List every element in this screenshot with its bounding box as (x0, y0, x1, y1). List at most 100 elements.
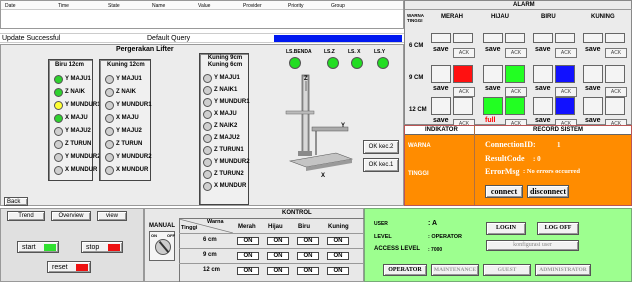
alarm-save-label: save (585, 85, 601, 92)
ack-button[interactable]: ACK (453, 48, 475, 58)
row-divider (179, 233, 365, 234)
user-panel: USER : A LEVEL : OPERATOR ACCESS LEVEL :… (364, 208, 632, 282)
step-indicator-icon (105, 101, 114, 110)
tab-overview[interactable]: Overview (51, 211, 91, 221)
sensor-label: LS.Z (324, 49, 335, 55)
on-button[interactable]: ON (267, 237, 289, 245)
on-button[interactable]: ON (327, 267, 349, 275)
alarm-row-header: 6 CM (409, 43, 424, 49)
on-button[interactable]: ON (297, 237, 319, 245)
step-label: Z TURUN (116, 141, 143, 147)
step-indicator-icon (54, 75, 63, 84)
reset-button[interactable]: reset (47, 261, 91, 273)
step-label: Y MAJU1 (65, 76, 91, 82)
start-label: start (22, 244, 36, 251)
konfigurasi-user-button[interactable]: konfigurasi user (486, 240, 579, 251)
user-value: : A (428, 220, 438, 227)
switch-off-label: OFF (167, 233, 175, 238)
on-button[interactable]: ON (297, 267, 319, 275)
on-button[interactable]: ON (327, 237, 349, 245)
column-title: Kuning 12cm (107, 62, 145, 68)
alarm-cell-right (453, 97, 473, 115)
on-button[interactable]: ON (267, 267, 289, 275)
step-label: X MUNDUR (214, 183, 247, 189)
alarm-full-label: full (485, 117, 496, 124)
on-button[interactable]: ON (237, 267, 259, 275)
switch-on-label: ON (151, 233, 157, 238)
on-button[interactable]: ON (237, 252, 259, 260)
alarm-cell-right (505, 33, 525, 43)
col-priority[interactable]: Priority (288, 3, 304, 9)
on-button[interactable]: ON (327, 252, 349, 260)
step-label: Z TURUN2 (214, 171, 244, 177)
start-button[interactable]: start (17, 241, 59, 253)
tab-trend[interactable]: Trend (7, 211, 45, 221)
sensor-lamp-icon (377, 57, 389, 69)
ack-button[interactable]: ACK (453, 87, 475, 97)
role-maintenance-button[interactable]: MAINTENANCE (431, 264, 479, 276)
ok-kec-2-button[interactable]: OK kec.2 (363, 140, 399, 154)
disconnect-button[interactable]: disconnect (527, 185, 569, 198)
step-indicator-icon (203, 134, 212, 143)
ack-button[interactable]: ACK (605, 48, 627, 58)
column-title: Kuning 9cm Kuning 6cm (207, 55, 243, 68)
step-indicator-icon (203, 110, 212, 119)
on-button[interactable]: ON (237, 237, 259, 245)
role-guest-button[interactable]: GUEST (483, 264, 531, 276)
alarm-save-label: save (535, 85, 551, 92)
role-operator-button[interactable]: OPERATOR (383, 264, 427, 276)
alarm-cell-right (453, 33, 473, 43)
ack-button[interactable]: ACK (555, 87, 577, 97)
alarm-cell-left (533, 65, 553, 83)
step-indicator-icon (203, 146, 212, 155)
step-indicator-icon (203, 74, 212, 83)
warna-label: WARNA (408, 143, 431, 149)
col-state[interactable]: State (108, 3, 120, 9)
indikator-header: INDIKATOR (425, 127, 458, 133)
back-button[interactable]: Back (4, 197, 28, 206)
ack-button[interactable]: ACK (605, 87, 627, 97)
row-divider (179, 263, 365, 264)
step-indicator-icon (203, 122, 212, 131)
alarm-cell-right (605, 33, 625, 43)
col-provider[interactable]: Provider (243, 3, 262, 9)
kontrol-title: KONTROL (282, 210, 312, 216)
on-button[interactable]: ON (267, 252, 289, 260)
alarm-save-label: save (433, 46, 449, 53)
on-button[interactable]: ON (297, 252, 319, 260)
ok-kec-1-button[interactable]: OK kec.1 (363, 158, 399, 172)
step-indicator-icon (105, 114, 114, 123)
step-indicator-icon (54, 127, 63, 136)
col-time[interactable]: Time (58, 3, 69, 9)
query-label: Default Query (147, 35, 191, 42)
tab-view[interactable]: view (97, 211, 127, 221)
step-indicator-icon (105, 88, 114, 97)
ack-button[interactable]: ACK (555, 48, 577, 58)
step-label: Y MAJU1 (214, 75, 240, 81)
start-indicator (44, 244, 56, 251)
alarm-save-label: save (535, 117, 551, 124)
ack-button[interactable]: ACK (505, 48, 527, 58)
alarm-save-label: save (485, 85, 501, 92)
alarm-cell-left (533, 97, 553, 115)
control-column-header: Hijau (268, 224, 283, 230)
step-label: Y MAJU2 (116, 128, 142, 134)
login-button[interactable]: LOGIN (486, 222, 526, 235)
logoff-button[interactable]: LOG OFF (537, 222, 579, 235)
alarm-cell-left (431, 33, 451, 43)
ack-button[interactable]: ACK (505, 87, 527, 97)
step-label: Y MUNDUR2 (214, 159, 250, 165)
manual-switch[interactable]: ON OFF (149, 231, 175, 261)
alarm-cell-left (583, 33, 603, 43)
step-indicator-icon (203, 86, 212, 95)
col-name[interactable]: Name (152, 3, 165, 9)
alarm-cell-left (483, 33, 503, 43)
error-msg-value: : No errors occurred (523, 168, 580, 175)
col-date[interactable]: Date (5, 3, 16, 9)
role-administrator-button[interactable]: ADMINISTRATOR (535, 264, 591, 276)
col-value[interactable]: Value (198, 3, 210, 9)
col-group[interactable]: Group (331, 3, 345, 9)
stop-button[interactable]: stop (81, 241, 123, 253)
connect-button[interactable]: connect (485, 185, 523, 198)
alarm-save-label: save (535, 46, 551, 53)
